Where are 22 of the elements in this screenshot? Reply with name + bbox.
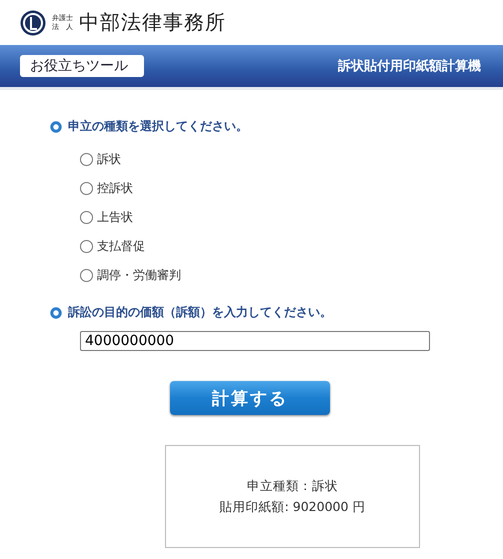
amount-field[interactable]: 4000000000 bbox=[80, 331, 430, 351]
calculate-button[interactable]: 計算する bbox=[170, 381, 330, 415]
bullet-icon bbox=[50, 306, 62, 318]
section-heading: 申立の種類を選択してください。 bbox=[68, 118, 248, 135]
radio-button[interactable] bbox=[80, 269, 93, 282]
radio-button[interactable] bbox=[80, 153, 93, 166]
logo-icon bbox=[20, 10, 46, 36]
section-heading: 訴訟の目的の価額（訴額）を入力してください。 bbox=[68, 304, 332, 321]
page-title: 訴状貼付用印紙額計算機 bbox=[338, 58, 481, 75]
result-text: 貼用印紙額: 9020000 円 bbox=[220, 498, 366, 516]
option-label: 調停・労働審判 bbox=[97, 267, 181, 284]
result-text: 申立種類：訴状 bbox=[247, 478, 338, 494]
bullet-icon bbox=[50, 120, 62, 132]
option-label: 支払督促 bbox=[97, 238, 145, 255]
option-label: 訴状 bbox=[97, 151, 121, 168]
option-label: 上告状 bbox=[97, 209, 133, 226]
tools-badge: お役立ちツール bbox=[20, 55, 144, 77]
radio-button[interactable] bbox=[80, 240, 93, 253]
radio-button[interactable] bbox=[80, 182, 93, 195]
option-label: 控訴状 bbox=[97, 180, 133, 197]
firm-name: 中部法律事務所 bbox=[79, 9, 226, 36]
radio-button[interactable] bbox=[80, 211, 93, 224]
